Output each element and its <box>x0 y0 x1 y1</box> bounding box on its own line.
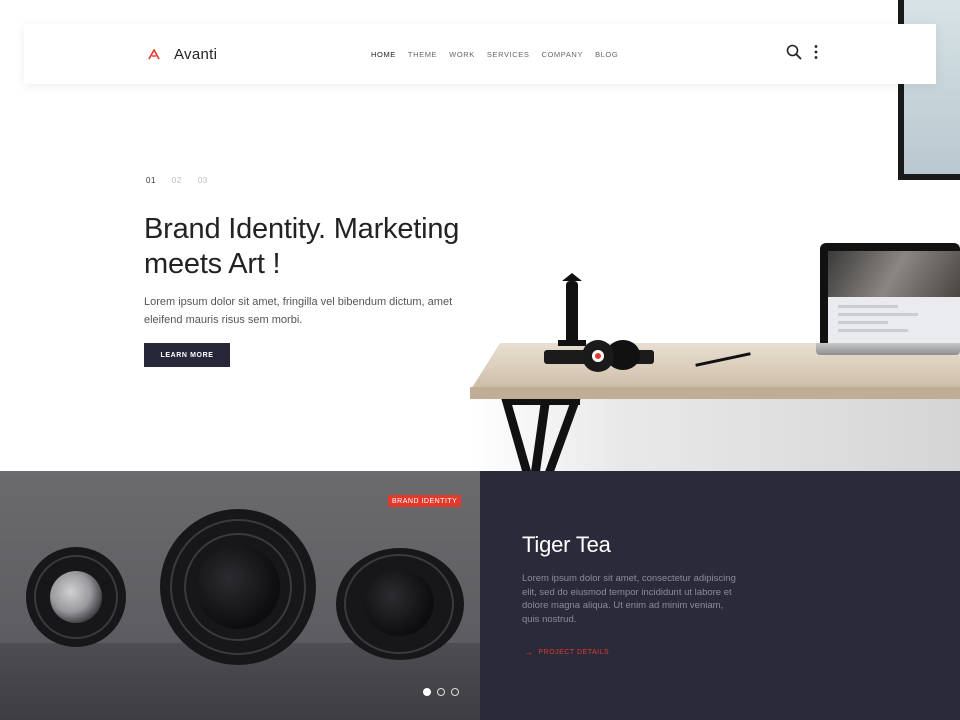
figurine <box>566 281 578 343</box>
headphones <box>544 340 654 372</box>
carousel-dots <box>423 688 465 696</box>
logo-icon <box>143 43 165 65</box>
nav-item-home[interactable]: HOME <box>371 50 396 59</box>
brand-name: Avanti <box>174 45 218 63</box>
camera-lens <box>26 547 126 647</box>
project-title: Tiger Tea <box>522 532 611 557</box>
nav-item-theme[interactable]: THEME <box>408 50 437 59</box>
nav-item-services[interactable]: SERVICES <box>487 50 530 59</box>
project-details-link[interactable]: → PROJECT DETAILS <box>524 647 609 657</box>
camera-lens <box>160 509 316 665</box>
nav-item-work[interactable]: WORK <box>449 50 475 59</box>
learn-more-button[interactable]: LEARN MORE <box>144 343 230 367</box>
project-description: Lorem ipsum dolor sit amet, consectetur … <box>522 573 736 625</box>
project-info-panel: Tiger Tea Lorem ipsum dolor sit amet, co… <box>480 471 960 720</box>
slide-number[interactable]: 02 <box>172 176 182 185</box>
search-icon[interactable] <box>786 44 802 65</box>
nav-item-blog[interactable]: BLOG <box>595 50 618 59</box>
category-badge[interactable]: BRAND IDENTITY <box>388 495 462 507</box>
main-nav: HOME THEME WORK SERVICES COMPANY BLOG <box>371 24 630 84</box>
project-details-label: PROJECT DETAILS <box>538 648 610 656</box>
navbar: Avanti HOME THEME WORK SERVICES COMPANY … <box>24 24 936 84</box>
carousel-dot[interactable] <box>437 688 445 696</box>
carousel-dot[interactable] <box>423 688 431 696</box>
more-vertical-icon[interactable] <box>814 44 818 65</box>
slide-number[interactable]: 03 <box>198 176 208 185</box>
laptop <box>820 243 960 343</box>
arrow-right-icon: → <box>524 647 534 657</box>
logo[interactable]: Avanti <box>143 42 217 66</box>
carousel-dot[interactable] <box>451 688 459 696</box>
hero-title: Brand Identity. Marketing meets Art ! <box>144 213 460 280</box>
nav-item-company[interactable]: COMPANY <box>541 50 583 59</box>
camera-lens <box>336 548 464 660</box>
slide-number[interactable]: 01 <box>146 176 156 185</box>
slide-numbers: 01 02 03 <box>146 176 224 185</box>
project-image[interactable]: BRAND IDENTITY <box>0 471 480 720</box>
hero-description: Lorem ipsum dolor sit amet, fringilla ve… <box>144 296 453 326</box>
